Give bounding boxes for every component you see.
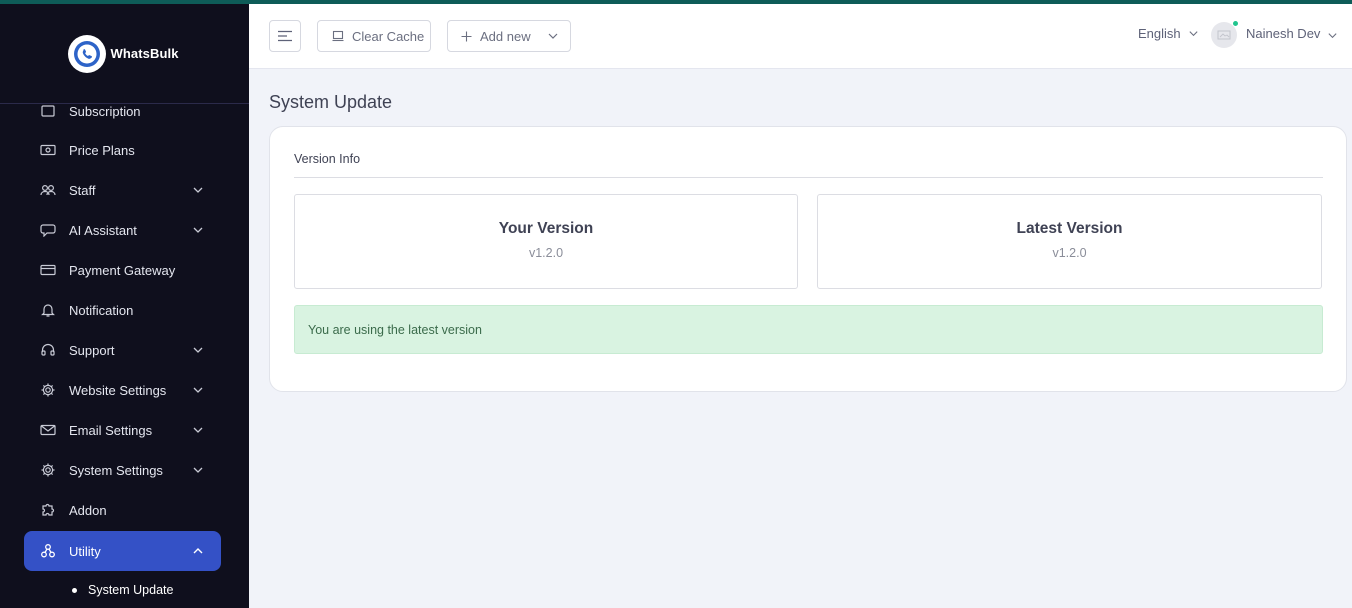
clear-cache-label: Clear Cache xyxy=(352,28,425,44)
latest-version-label: Latest Version xyxy=(1016,220,1123,237)
sidebar-item-label: Staff xyxy=(69,182,96,198)
brand[interactable]: WhatsBulk xyxy=(0,4,249,104)
add-new-label: Add new xyxy=(480,28,531,44)
chevron-down-icon xyxy=(193,187,203,193)
gear-icon xyxy=(40,462,56,478)
sidebar-item-label: Subscription xyxy=(69,103,141,119)
whatsapp-logo-icon xyxy=(70,36,105,71)
chat-bubble-icon xyxy=(40,222,56,238)
add-new-button[interactable]: Add new xyxy=(447,20,571,52)
sidebar-item-system-settings[interactable]: System Settings xyxy=(24,450,221,490)
image-placeholder-icon xyxy=(1217,30,1231,40)
sidebar-item-ai-assistant[interactable]: AI Assistant xyxy=(24,210,221,250)
language-label: English xyxy=(1138,26,1181,41)
page-title: System Update xyxy=(269,92,393,112)
sidebar-subitem-system-update[interactable]: System Update xyxy=(72,583,173,597)
sidebar-item-addon[interactable]: Addon xyxy=(24,490,221,530)
sidebar-item-staff[interactable]: Staff xyxy=(24,170,221,210)
sidebar-item-payment-gateway[interactable]: Payment Gateway xyxy=(24,250,221,290)
bullet-icon xyxy=(72,587,77,593)
alert-message: You are using the latest version xyxy=(308,322,482,337)
puzzle-icon xyxy=(40,502,56,518)
chevron-down-icon xyxy=(548,33,558,39)
sidebar-item-price-plans[interactable]: Price Plans xyxy=(24,130,221,170)
chevron-down-icon xyxy=(1189,31,1198,37)
hamburger-icon xyxy=(278,30,292,42)
user-name: Nainesh Dev xyxy=(1246,25,1321,41)
users-icon xyxy=(40,182,56,198)
sidebar-item-label: Email Settings xyxy=(69,422,153,438)
sidebar-item-label: Notification xyxy=(69,302,134,318)
your-version-box: Your Version v1.2.0 xyxy=(294,194,798,289)
sidebar-subitem-label: System Update xyxy=(88,583,174,597)
headset-icon xyxy=(40,342,56,358)
avatar xyxy=(1211,20,1239,48)
divider xyxy=(294,177,1323,178)
your-version-value: v1.2.0 xyxy=(528,246,564,260)
sidebar-item-website-settings[interactable]: Website Settings xyxy=(24,370,221,410)
envelope-icon xyxy=(40,422,56,438)
card-title: Version Info xyxy=(294,152,361,166)
chevron-down-icon xyxy=(193,347,203,353)
chevron-up-icon xyxy=(193,548,203,554)
sidebar-item-label: Utility xyxy=(69,543,101,559)
sidebar: WhatsBulk Subscription Price Plans Staff xyxy=(0,4,249,608)
chevron-down-icon xyxy=(193,387,203,393)
sidebar-item-label: Website Settings xyxy=(69,382,167,398)
top-header: Clear Cache Add new English Nainesh Dev xyxy=(249,4,1352,69)
gear-icon xyxy=(40,382,56,398)
sidebar-item-label: Addon xyxy=(69,502,107,518)
bell-icon xyxy=(40,302,56,318)
sidebar-item-label: Price Plans xyxy=(69,142,135,158)
chevron-down-icon xyxy=(193,427,203,433)
sidebar-item-label: Payment Gateway xyxy=(69,262,176,278)
eraser-icon xyxy=(332,30,344,42)
online-status-dot xyxy=(1232,20,1239,27)
sidebar-item-utility[interactable]: Utility xyxy=(24,531,221,571)
sidebar-item-support[interactable]: Support xyxy=(24,330,221,370)
language-selector[interactable]: English xyxy=(1138,26,1199,41)
plus-icon xyxy=(461,31,472,41)
menu-toggle-button[interactable] xyxy=(269,20,301,52)
nodes-icon xyxy=(40,543,56,559)
sidebar-item-subscription[interactable]: Subscription xyxy=(24,91,221,131)
chevron-down-icon xyxy=(193,467,203,473)
version-info-card: Version Info Your Version v1.2.0 Latest … xyxy=(269,126,1347,392)
up-to-date-alert: You are using the latest version xyxy=(294,305,1323,354)
card-icon xyxy=(40,262,56,278)
sidebar-item-label: Support xyxy=(69,342,115,358)
price-tag-icon xyxy=(40,142,56,158)
brand-name: WhatsBulk xyxy=(110,46,179,61)
sidebar-item-label: AI Assistant xyxy=(69,222,137,238)
chevron-down-icon xyxy=(1328,32,1337,38)
latest-version-box: Latest Version v1.2.0 xyxy=(817,194,1322,289)
sidebar-item-notification[interactable]: Notification xyxy=(24,290,221,330)
your-version-label: Your Version xyxy=(498,220,594,237)
sidebar-item-email-settings[interactable]: Email Settings xyxy=(24,410,221,450)
user-menu[interactable]: Nainesh Dev xyxy=(1211,20,1338,48)
top-accent-bar xyxy=(0,0,1352,4)
clear-cache-button[interactable]: Clear Cache xyxy=(317,20,431,52)
chevron-down-icon xyxy=(193,227,203,233)
list-icon xyxy=(40,103,56,119)
latest-version-value: v1.2.0 xyxy=(1052,246,1087,260)
sidebar-item-label: System Settings xyxy=(69,462,163,478)
